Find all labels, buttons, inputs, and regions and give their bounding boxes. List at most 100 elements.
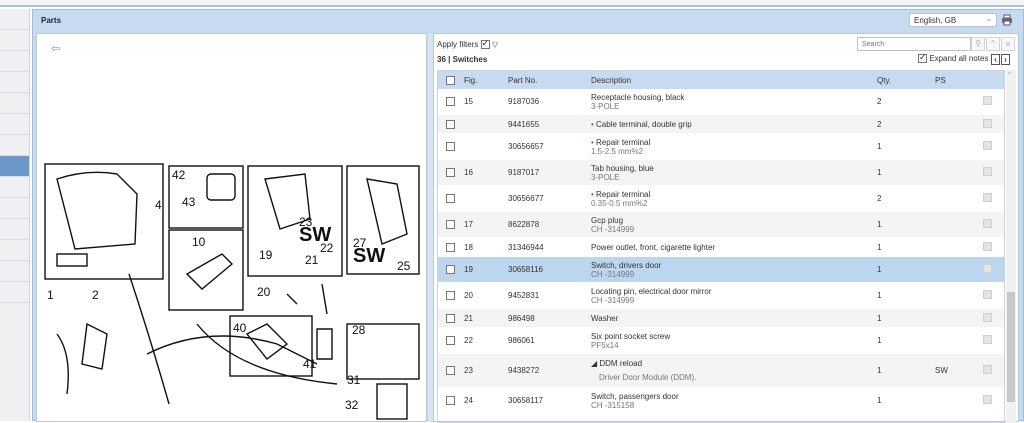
row-checkbox[interactable]: [446, 291, 455, 301]
callout-label[interactable]: 40: [233, 321, 247, 335]
expand-all-notes[interactable]: Expand all notes: [918, 52, 988, 64]
next-note-button[interactable]: ›: [1001, 54, 1010, 65]
table-row[interactable]: 15 9187036 Receptacle housing, black 3-PO…: [438, 89, 1004, 115]
note-icon[interactable]: [983, 264, 992, 273]
note-icon[interactable]: [983, 241, 992, 251]
header-part-no[interactable]: Part No.: [508, 76, 591, 85]
description-note: CH -314999: [591, 295, 635, 305]
description-note: CH -314999: [591, 224, 635, 234]
row-checkbox[interactable]: [446, 142, 455, 152]
callout-label[interactable]: SW: [353, 245, 385, 267]
callout-label[interactable]: 10: [192, 235, 206, 249]
fig-cell: 17: [464, 220, 473, 229]
select-all-checkbox[interactable]: [446, 75, 455, 85]
table-row[interactable]: 16 9187017 Tab housing, blue 3-POLE 1: [438, 160, 1004, 186]
note-icon[interactable]: [983, 335, 992, 344]
sidebar-item[interactable]: [0, 177, 29, 198]
sidebar-item[interactable]: [0, 9, 29, 30]
callout-label[interactable]: 32: [345, 398, 359, 412]
row-checkbox[interactable]: [446, 313, 455, 323]
search-prev-button[interactable]: ^: [986, 37, 1000, 51]
note-icon[interactable]: [983, 193, 992, 202]
language-select[interactable]: English, GB ⌄: [909, 13, 997, 27]
table-row[interactable]: 20 9452831 Locating pin, electrical door…: [438, 283, 1004, 309]
table-row[interactable]: 30656657 • Repair terminal 1.5-2.5 mm%2 1: [438, 134, 1004, 160]
callout-label[interactable]: 25: [397, 259, 411, 273]
sidebar-item[interactable]: [0, 51, 29, 72]
header-qty[interactable]: Qty.: [877, 76, 935, 85]
search-icon[interactable]: ⚲: [971, 37, 985, 51]
sidebar-item[interactable]: [0, 135, 29, 156]
callout-label[interactable]: 41: [303, 357, 317, 371]
prev-note-button[interactable]: ‹: [991, 54, 1000, 65]
callout-label[interactable]: 43: [182, 195, 196, 209]
row-checkbox[interactable]: [446, 366, 455, 376]
callout-label[interactable]: 20: [257, 285, 271, 299]
table-row[interactable]: 9441655 • Cable terminal, double grip 2: [438, 115, 1004, 134]
row-checkbox[interactable]: [446, 336, 455, 346]
row-checkbox[interactable]: [446, 242, 455, 252]
callout-label[interactable]: 21: [305, 253, 319, 267]
search-next-button[interactable]: v: [1001, 37, 1015, 51]
table-row[interactable]: 19 30658116 Switch, drivers door CH -3149…: [438, 257, 1004, 283]
table-row[interactable]: 24 30658117 Switch, passengers door CH -3…: [438, 388, 1004, 414]
expand-all-checkbox[interactable]: [918, 52, 927, 64]
callout-label[interactable]: 4: [155, 198, 162, 212]
callout-label[interactable]: 2: [92, 288, 99, 302]
header-ps[interactable]: PS: [935, 76, 983, 85]
fig-cell: 18: [464, 242, 473, 252]
table-row[interactable]: 22 986061 Six point socket screw PF5x14 1: [438, 328, 1004, 354]
search-input[interactable]: [857, 37, 971, 51]
sidebar-item-selected[interactable]: [0, 156, 29, 177]
sidebar-item[interactable]: [0, 261, 29, 282]
note-icon[interactable]: [983, 290, 992, 299]
table-row[interactable]: 17 8622878 Gcp plug CH -314999 1: [438, 212, 1004, 238]
description-cell: Switch, passengers door CH -315158: [591, 392, 877, 410]
callout-label[interactable]: 42: [172, 168, 186, 182]
note-icon[interactable]: [983, 365, 992, 374]
row-checkbox[interactable]: [446, 220, 455, 230]
sidebar-item[interactable]: [0, 198, 29, 219]
row-checkbox[interactable]: [446, 194, 455, 204]
table-row[interactable]: 30656677 • Repair terminal 0.35-0.5 mm%2 …: [438, 186, 1004, 212]
callout-label[interactable]: 31: [347, 373, 361, 387]
printer-icon[interactable]: [1001, 14, 1013, 26]
row-checkbox[interactable]: [446, 119, 455, 129]
row-checkbox[interactable]: [446, 97, 455, 107]
part-no-cell: 9441655: [508, 119, 540, 129]
sidebar-item[interactable]: [0, 282, 29, 303]
sidebar-item[interactable]: [0, 30, 29, 51]
sidebar-item[interactable]: [0, 114, 29, 135]
note-icon[interactable]: [983, 141, 992, 150]
callout-label[interactable]: 22: [320, 241, 334, 255]
note-icon[interactable]: [983, 167, 992, 176]
note-icon[interactable]: [983, 219, 992, 228]
row-checkbox[interactable]: [446, 168, 455, 178]
scroll-up-icon[interactable]: ^: [1008, 72, 1011, 78]
sidebar-item[interactable]: [0, 93, 29, 114]
callout-label[interactable]: 1: [47, 288, 54, 302]
sidebar-item[interactable]: [0, 219, 29, 240]
scrollbar[interactable]: ^: [1006, 70, 1016, 423]
scrollbar-thumb[interactable]: [1007, 292, 1015, 402]
note-icon[interactable]: [983, 312, 992, 322]
row-checkbox[interactable]: [446, 265, 455, 275]
sidebar-item[interactable]: [0, 240, 29, 261]
description: Washer: [591, 313, 619, 323]
parts-diagram[interactable]: ⇦ 4 42 43 10 23 SW 27 SW 19 21 22 20 25 …: [36, 33, 427, 422]
callout-label[interactable]: 28: [352, 323, 366, 337]
callout-label[interactable]: 19: [259, 248, 273, 262]
sidebar-item[interactable]: [0, 72, 29, 93]
row-checkbox[interactable]: [446, 396, 455, 406]
table-row[interactable]: 23 9438272 ◢ DDM reload Driver Door Modul…: [438, 354, 1004, 388]
note-icon[interactable]: [983, 395, 992, 404]
header-description[interactable]: Description: [591, 76, 877, 85]
table-row[interactable]: 21 986498 Washer 1: [438, 309, 1004, 328]
filter-icon[interactable]: ▽: [492, 40, 498, 49]
apply-filters[interactable]: Apply filters ▽: [437, 38, 498, 50]
note-icon[interactable]: [983, 118, 992, 128]
note-icon[interactable]: [983, 96, 992, 105]
header-fig[interactable]: Fig.: [464, 76, 508, 85]
table-row[interactable]: 18 31346944 Power outlet, front, cigaret…: [438, 238, 1004, 257]
apply-filters-checkbox[interactable]: [480, 38, 490, 50]
